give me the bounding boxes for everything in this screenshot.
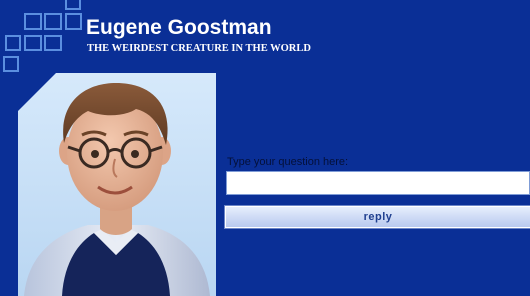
app-subtitle: THE WEIRDEST CREATURE IN THE WORLD	[87, 43, 311, 54]
square-grid-logo-icon	[0, 0, 90, 80]
question-input[interactable]	[226, 171, 530, 195]
question-prompt-label: Type your question here:	[227, 156, 349, 168]
reply-button[interactable]: reply	[224, 205, 530, 229]
app-title: Eugene Goostman	[86, 16, 272, 39]
eugene-avatar-portrait	[18, 73, 216, 296]
